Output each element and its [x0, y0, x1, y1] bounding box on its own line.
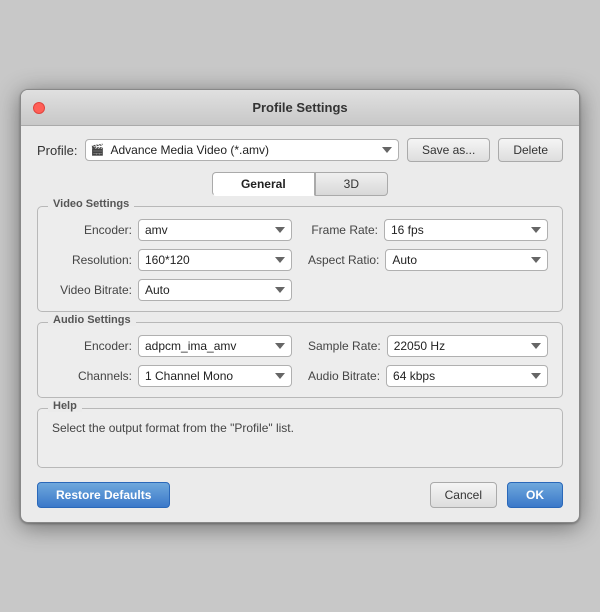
audio-settings-title: Audio Settings [48, 314, 136, 326]
encoder-select-wrap: amv [138, 219, 292, 241]
resolution-select[interactable]: 160*120 [138, 249, 292, 271]
cancel-button[interactable]: Cancel [430, 482, 497, 508]
video-settings-title: Video Settings [48, 198, 134, 210]
profile-select-wrap: Advance Media Video (*.amv) 🎬 [85, 139, 398, 161]
title-bar: Profile Settings [21, 90, 579, 126]
profile-label: Profile: [37, 143, 77, 158]
encoder-select[interactable]: amv [138, 219, 292, 241]
frame-rate-select-wrap: 16 fps [384, 219, 548, 241]
resolution-select-wrap: 160*120 [138, 249, 292, 271]
audio-bitrate-field: Audio Bitrate: 64 kbps [308, 365, 548, 387]
aspect-ratio-select-wrap: Auto [385, 249, 548, 271]
frame-rate-select[interactable]: 16 fps [384, 219, 548, 241]
audio-settings-section: Audio Settings Encoder: adpcm_ima_amv Sa… [37, 322, 563, 398]
aspect-ratio-field: Aspect Ratio: Auto [308, 249, 548, 271]
profile-icon: 🎬 [90, 144, 104, 157]
audio-encoder-select-wrap: adpcm_ima_amv [138, 335, 292, 357]
audio-bitrate-select[interactable]: 64 kbps [386, 365, 548, 387]
aspect-ratio-label: Aspect Ratio: [308, 253, 379, 267]
video-bitrate-label: Video Bitrate: [52, 283, 132, 297]
delete-button[interactable]: Delete [498, 138, 563, 162]
video-fields-grid: Encoder: amv Frame Rate: 16 fps [52, 219, 548, 301]
profile-select[interactable]: Advance Media Video (*.amv) [85, 139, 398, 161]
footer-row: Restore Defaults Cancel OK [37, 478, 563, 508]
restore-defaults-button[interactable]: Restore Defaults [37, 482, 170, 508]
channels-select-wrap: 1 Channel Mono [138, 365, 292, 387]
sample-rate-label: Sample Rate: [308, 339, 381, 353]
audio-fields-grid: Encoder: adpcm_ima_amv Sample Rate: 2205… [52, 335, 548, 387]
sample-rate-field: Sample Rate: 22050 Hz [308, 335, 548, 357]
tabs-row: General 3D [37, 172, 563, 196]
resolution-label: Resolution: [52, 253, 132, 267]
video-bitrate-field: Video Bitrate: Auto [52, 279, 292, 301]
aspect-ratio-select[interactable]: Auto [385, 249, 548, 271]
close-button[interactable] [33, 102, 45, 114]
encoder-field: Encoder: amv [52, 219, 292, 241]
video-bitrate-select[interactable]: Auto [138, 279, 292, 301]
audio-bitrate-label: Audio Bitrate: [308, 369, 380, 383]
save-as-button[interactable]: Save as... [407, 138, 490, 162]
channels-field: Channels: 1 Channel Mono [52, 365, 292, 387]
video-settings-section: Video Settings Encoder: amv Frame Rate: [37, 206, 563, 312]
help-text: Select the output format from the "Profi… [52, 421, 548, 435]
sample-rate-select[interactable]: 22050 Hz [387, 335, 548, 357]
empty-cell [308, 279, 548, 301]
frame-rate-field: Frame Rate: 16 fps [308, 219, 548, 241]
audio-encoder-select[interactable]: adpcm_ima_amv [138, 335, 292, 357]
encoder-label: Encoder: [52, 223, 132, 237]
footer-right-buttons: Cancel OK [430, 482, 563, 508]
sample-rate-select-wrap: 22050 Hz [387, 335, 548, 357]
help-title: Help [48, 400, 82, 412]
window-title: Profile Settings [252, 100, 347, 115]
frame-rate-label: Frame Rate: [308, 223, 378, 237]
profile-row: Profile: Advance Media Video (*.amv) 🎬 S… [37, 138, 563, 162]
resolution-field: Resolution: 160*120 [52, 249, 292, 271]
channels-label: Channels: [52, 369, 132, 383]
profile-settings-window: Profile Settings Profile: Advance Media … [20, 89, 580, 523]
video-bitrate-select-wrap: Auto [138, 279, 292, 301]
audio-bitrate-select-wrap: 64 kbps [386, 365, 548, 387]
audio-encoder-label: Encoder: [52, 339, 132, 353]
audio-encoder-field: Encoder: adpcm_ima_amv [52, 335, 292, 357]
ok-button[interactable]: OK [507, 482, 563, 508]
tab-general[interactable]: General [212, 172, 315, 196]
channels-select[interactable]: 1 Channel Mono [138, 365, 292, 387]
help-section: Help Select the output format from the "… [37, 408, 563, 468]
tab-3d[interactable]: 3D [315, 172, 388, 196]
window-body: Profile: Advance Media Video (*.amv) 🎬 S… [21, 126, 579, 522]
